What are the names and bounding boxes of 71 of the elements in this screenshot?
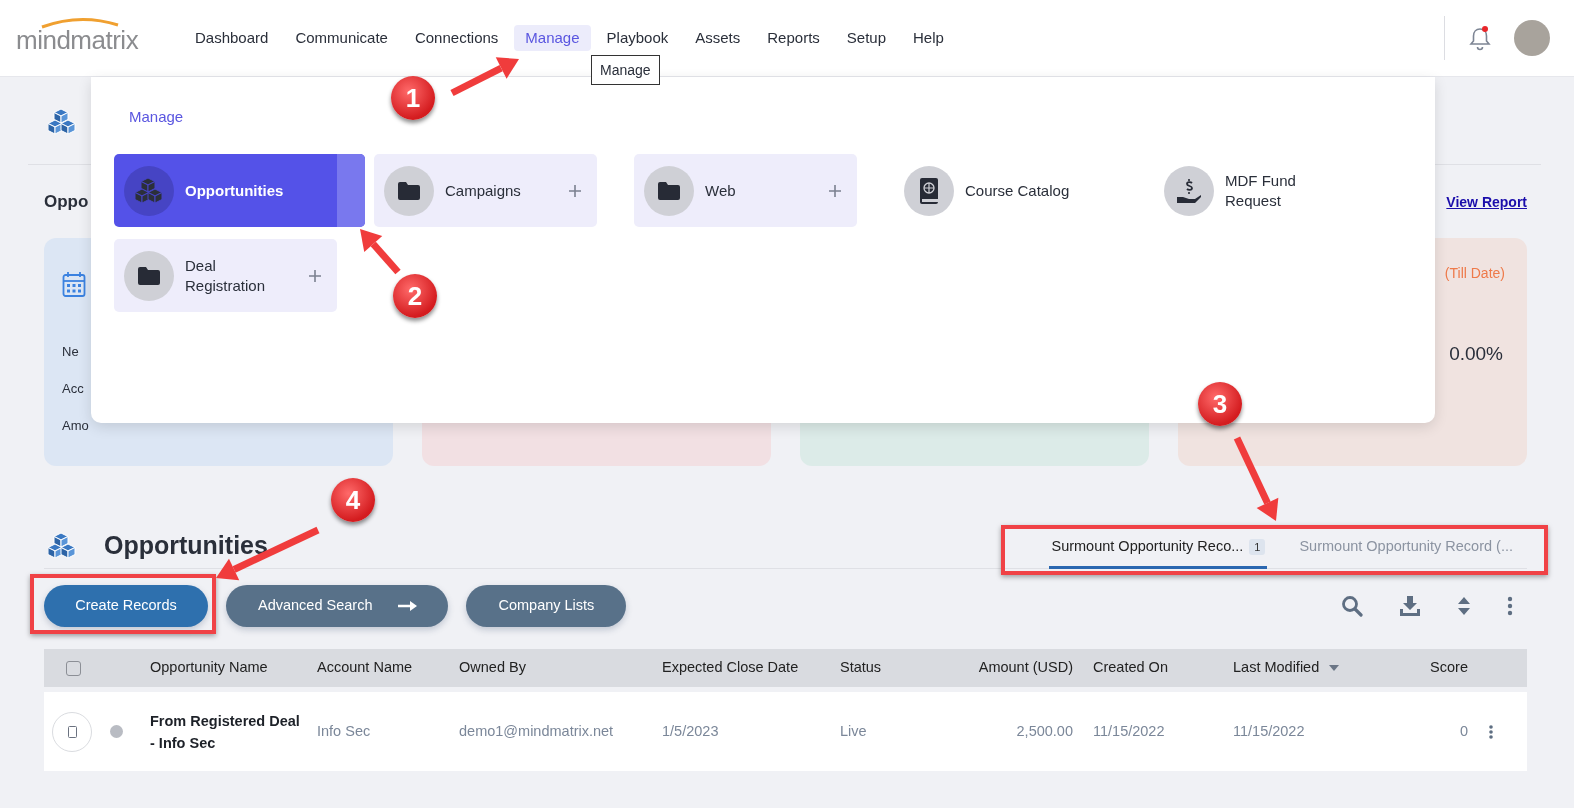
menu-tile[interactable]: Web [634,154,857,227]
nav-item[interactable]: Reports [756,25,831,51]
column-header[interactable]: Owned By [459,659,526,676]
table-cell: 2,500.00 [1016,722,1073,739]
avatar[interactable] [1514,20,1550,56]
view-report-link[interactable]: View Report [1446,191,1527,213]
cubes-icon [135,177,163,204]
annotation-arrow [360,229,401,275]
hand-dollar-icon [1177,178,1201,203]
cubes-icon [48,108,76,135]
calendar-icon [62,271,86,298]
column-header[interactable]: Status [840,659,882,676]
folder-icon [657,179,681,202]
table-cell: 1/5/2023 [662,722,719,739]
folder-icon [137,264,161,287]
menu-tile[interactable]: Deal Registration [114,239,337,312]
section-title: Opportunities [104,530,268,560]
menu-tile[interactable]: Campaigns [374,154,597,227]
cubes-icon [48,531,76,559]
tooltip: Manage [591,55,660,85]
nav-item[interactable]: Setup [835,25,897,51]
action-button[interactable]: Company Lists [466,585,627,627]
table-cell-text: From Registered Deal - Info Sec [150,711,300,753]
advanced-search-button[interactable]: Advanced Search [226,585,449,627]
table-cell: 11/15/2022 [1233,722,1305,739]
menu-title: Manage [129,107,185,127]
table-cell: 0 [1459,722,1468,739]
record-tab[interactable]: Surmount Opportunity Reco... 1 [1049,530,1268,569]
plus-icon[interactable] [569,184,581,197]
select-all-checkbox[interactable] [66,660,81,676]
nav-item[interactable]: Manage [514,25,591,51]
status-dot-icon [110,725,123,738]
more-options-icon[interactable] [1507,596,1513,616]
column-header[interactable]: Score [1430,659,1468,676]
device-icon [67,725,77,738]
menu-tile[interactable]: MDF Fund Request [1154,154,1377,227]
nav-item[interactable]: Assets [684,25,752,51]
row-action-button[interactable] [52,711,92,752]
folder-icon [397,179,421,202]
nav-item[interactable]: Connections [403,25,510,51]
plus-icon[interactable] [309,269,321,282]
notification-bell-icon[interactable] [1468,25,1492,51]
annotation-number: 4 [331,478,375,522]
table-cell: 11/15/2022 [1093,722,1165,739]
table-cell: Live [840,722,867,739]
plus-icon[interactable] [829,184,841,197]
stat-label: Amo [62,418,90,434]
logo-text: mindmatrix [16,26,139,54]
menu-tile[interactable]: Course Catalog [894,154,1117,227]
search-icon[interactable] [1341,595,1363,617]
nav-item[interactable]: Playbook [595,25,680,51]
stat-label: Acc [62,381,85,397]
download-icon[interactable] [1399,595,1421,617]
nav-item[interactable]: Dashboard [184,25,280,51]
stat-value: 0.00% [1449,342,1503,366]
logo-arc-icon [40,17,120,29]
arrow-right-icon [398,600,419,613]
book-icon [917,177,941,204]
table-cell: Info Sec [317,722,371,739]
stat-label: Ne [62,344,80,360]
nav-item[interactable]: Help [902,25,955,51]
table-cell: demo1@mindmatrix.net [459,722,614,739]
count-badge: 1 [1249,539,1266,556]
summary-heading: Oppo [44,191,89,213]
action-button[interactable]: Create Records [44,585,208,627]
menu-tile[interactable]: Opportunities [114,154,365,227]
annotation-arrow [450,57,519,97]
more-options-icon[interactable] [1488,724,1494,739]
sort-icon[interactable] [1457,595,1471,617]
nav-item[interactable]: Communicate [284,25,399,51]
stat-caption: (Till Date) [1444,264,1505,283]
